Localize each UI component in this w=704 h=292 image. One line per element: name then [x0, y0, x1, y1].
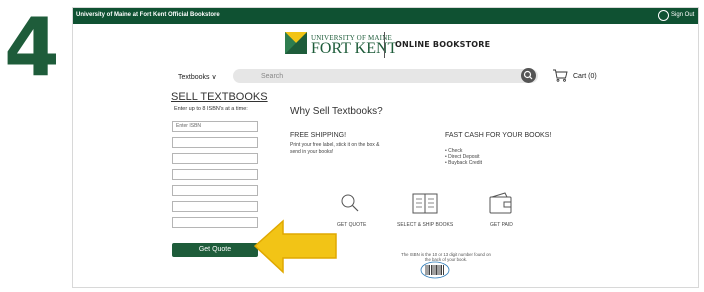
textbooks-dropdown[interactable]: Textbooks ∨ — [178, 73, 217, 81]
isbn-field-2[interactable] — [172, 137, 258, 148]
payment-option: Buyback Credit — [445, 160, 482, 166]
sign-out-link[interactable]: Sign Out — [671, 12, 694, 18]
payment-options-list: Check Direct Deposit Buyback Credit — [445, 148, 482, 166]
why-sell-heading: Why Sell Textbooks? — [290, 106, 383, 117]
get-paid-step-label: GET PAID — [490, 222, 513, 228]
wallet-icon — [489, 192, 512, 214]
isbn-field-3[interactable] — [172, 153, 258, 164]
user-icon[interactable] — [658, 10, 669, 21]
logo-mark-icon — [285, 32, 307, 54]
search-icon — [523, 70, 533, 80]
cart-link[interactable]: Cart (0) — [573, 73, 597, 80]
sell-textbooks-heading: SELL TEXTBOOKS — [171, 91, 268, 103]
logo-divider — [384, 32, 385, 58]
isbn-field-7[interactable] — [172, 217, 258, 228]
isbn-field-4[interactable] — [172, 169, 258, 180]
pointer-arrow-icon — [253, 219, 337, 274]
isbn-field-5[interactable] — [172, 185, 258, 196]
browser-frame: University of Maine at Fort Kent Officia… — [72, 7, 699, 288]
free-shipping-text: Print your free label, stick it on the b… — [290, 142, 380, 155]
book-icon — [412, 193, 438, 214]
search-placeholder: Search — [261, 73, 284, 80]
isbn-field-6[interactable] — [172, 201, 258, 212]
get-quote-step-label: GET QUOTE — [337, 222, 367, 228]
store-name: ONLINE BOOKSTORE — [395, 40, 491, 49]
site-title: University of Maine at Fort Kent Officia… — [76, 12, 220, 18]
get-quote-button[interactable]: Get Quote — [172, 243, 258, 257]
isbn-field-1[interactable]: Enter ISBN — [172, 121, 258, 132]
select-ship-step-label: SELECT & SHIP BOOKS — [397, 222, 454, 228]
step-number: 4 — [4, 1, 60, 94]
fast-cash-title: FAST CASH FOR YOUR BOOKS! — [445, 132, 552, 139]
cart-icon[interactable] — [552, 68, 568, 82]
university-logo[interactable]: UNIVERSITY OF MAINE FORT KENT — [285, 30, 397, 60]
free-shipping-title: FREE SHIPPING! — [290, 132, 347, 139]
barcode-icon — [420, 261, 450, 279]
isbn-instructions: Enter up to 8 ISBN's at a time: — [174, 106, 248, 112]
top-bar: University of Maine at Fort Kent Officia… — [73, 8, 698, 24]
magnifier-icon — [341, 194, 359, 212]
search-button[interactable] — [521, 68, 536, 83]
